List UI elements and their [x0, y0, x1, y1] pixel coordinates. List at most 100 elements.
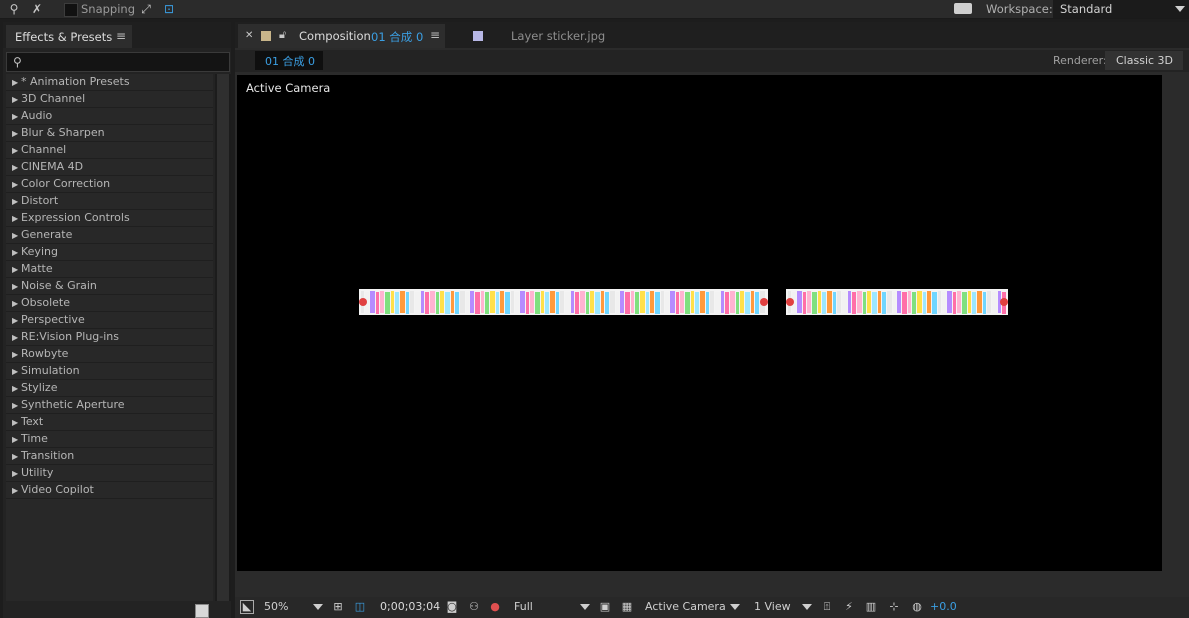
- list-item[interactable]: ▶ 3D Channel: [6, 91, 213, 108]
- sticker-stripe: [445, 292, 450, 314]
- list-item[interactable]: ▶ Noise & Grain: [6, 278, 213, 295]
- list-item[interactable]: ▶ CINEMA 4D: [6, 159, 213, 176]
- expand-arrow-icon[interactable]: ▶: [12, 347, 21, 363]
- expand-arrow-icon[interactable]: ▶: [12, 432, 21, 448]
- list-item[interactable]: ▶ Color Correction: [6, 176, 213, 193]
- expand-arrow-icon[interactable]: ▶: [12, 415, 21, 431]
- sticker-stripe: [385, 292, 390, 314]
- chevron-down-icon[interactable]: [802, 604, 812, 610]
- color-channels-icon[interactable]: ●: [488, 600, 502, 614]
- current-time[interactable]: 0;00;03;04: [380, 600, 440, 613]
- composition-viewer[interactable]: Active Camera: [237, 75, 1162, 571]
- reset-exposure-icon[interactable]: ◍: [910, 600, 924, 614]
- timeline-icon[interactable]: ▥: [864, 600, 878, 614]
- snapping-checkbox[interactable]: [64, 3, 78, 17]
- expand-arrow-icon[interactable]: ▶: [12, 398, 21, 414]
- expand-arrow-icon[interactable]: ▶: [12, 296, 21, 312]
- list-item[interactable]: ▶ Audio: [6, 108, 213, 125]
- expand-arrow-icon[interactable]: ▶: [12, 466, 21, 482]
- expand-arrow-icon[interactable]: ▶: [12, 381, 21, 397]
- camera-snapshot-icon[interactable]: ◙: [445, 600, 459, 614]
- puppet-tool-icon[interactable]: ⚲: [6, 1, 22, 17]
- effects-search-input[interactable]: ⚲: [6, 52, 230, 72]
- expand-arrow-icon[interactable]: ▶: [12, 75, 21, 91]
- tab-label: Effects & Presets: [15, 30, 113, 44]
- list-item[interactable]: ▶ Blur & Sharpen: [6, 125, 213, 142]
- list-item[interactable]: ▶ Transition: [6, 448, 213, 465]
- renderer-button[interactable]: Classic 3D: [1105, 51, 1183, 70]
- scrollbar-thumb[interactable]: [217, 74, 229, 601]
- expand-arrow-icon[interactable]: ▶: [12, 330, 21, 346]
- list-item[interactable]: ▶ Perspective: [6, 312, 213, 329]
- list-item[interactable]: ▶ Rowbyte: [6, 346, 213, 363]
- list-item[interactable]: ▶ Utility: [6, 465, 213, 482]
- expand-arrow-icon[interactable]: ▶: [12, 364, 21, 380]
- list-item[interactable]: ▶ Channel: [6, 142, 213, 159]
- list-item[interactable]: ▶ Keying: [6, 244, 213, 261]
- close-icon[interactable]: ✕: [245, 30, 253, 41]
- fit-frame-icon[interactable]: ⊞: [331, 600, 345, 614]
- view-layout-value[interactable]: 1 View: [754, 600, 791, 613]
- zoom-level[interactable]: 50%: [264, 600, 288, 613]
- sticker-stripe: [520, 291, 525, 313]
- fast-previews-icon[interactable]: ⚡︎: [842, 600, 856, 614]
- workspace-dropdown[interactable]: Standard: [1053, 0, 1189, 18]
- tab-effects-presets[interactable]: Effects & Presets ≡: [6, 25, 132, 48]
- list-item[interactable]: ▶ Expression Controls: [6, 210, 213, 227]
- list-item[interactable]: ▶ Synthetic Aperture: [6, 397, 213, 414]
- snap-features-icon[interactable]: ⊡: [161, 1, 177, 17]
- tab-layer[interactable]: Layer sticker.jpg: [511, 29, 605, 43]
- camera-view-value[interactable]: Active Camera: [645, 600, 726, 613]
- list-item[interactable]: ▶ Time: [6, 431, 213, 448]
- flowchart-icon[interactable]: ⊹: [887, 600, 901, 614]
- expand-arrow-icon[interactable]: ▶: [12, 109, 21, 125]
- expand-arrow-icon[interactable]: ▶: [12, 279, 21, 295]
- exposure-value[interactable]: +0.0: [930, 600, 957, 613]
- expand-arrow-icon[interactable]: ▶: [12, 228, 21, 244]
- expand-arrow-icon[interactable]: ▶: [12, 160, 21, 176]
- snap-edges-icon[interactable]: ⤢: [138, 1, 154, 17]
- list-item[interactable]: ▶ Generate: [6, 227, 213, 244]
- expand-arrow-icon[interactable]: ▶: [12, 177, 21, 193]
- resolution-value[interactable]: Full: [514, 600, 533, 613]
- list-item[interactable]: ▶ Matte: [6, 261, 213, 278]
- sticker-stripe: [953, 292, 956, 314]
- region-of-interest-icon[interactable]: ▣: [598, 600, 612, 614]
- transparency-grid-icon[interactable]: ▦: [620, 600, 634, 614]
- expand-arrow-icon[interactable]: ▶: [12, 449, 21, 465]
- always-preview-icon[interactable]: ◣: [240, 600, 254, 614]
- expand-arrow-icon[interactable]: ▶: [12, 126, 21, 142]
- list-item[interactable]: ▶ Simulation: [6, 363, 213, 380]
- expand-arrow-icon[interactable]: ▶: [12, 211, 21, 227]
- lock-icon[interactable]: 🔓︎: [279, 28, 286, 42]
- mask-path-icon[interactable]: ◫: [353, 600, 367, 614]
- effects-scrollbar[interactable]: [215, 74, 231, 601]
- panel-menu-icon[interactable]: ≡: [430, 28, 440, 42]
- expand-arrow-icon[interactable]: ▶: [12, 313, 21, 329]
- expand-arrow-icon[interactable]: ▶: [12, 245, 21, 261]
- expand-arrow-icon[interactable]: ▶: [12, 194, 21, 210]
- toggle-pixel-aspect-icon[interactable]: ⍐: [820, 600, 834, 614]
- panel-menu-icon[interactable]: ≡: [116, 29, 126, 43]
- sticker-stripe: [676, 292, 679, 314]
- viewer-scrollbar[interactable]: [1162, 75, 1189, 571]
- new-item-icon[interactable]: [195, 604, 209, 618]
- list-item[interactable]: ▶ Stylize: [6, 380, 213, 397]
- list-item[interactable]: ▶ * Animation Presets: [6, 74, 213, 91]
- tab-composition[interactable]: ✕ 🔓︎ Composition 01 合成 0 ≡: [238, 24, 445, 48]
- chevron-down-icon[interactable]: [313, 604, 323, 610]
- pin-tool-icon[interactable]: ✗: [29, 1, 45, 17]
- comp-flowchart-tab[interactable]: 01 合成 0: [255, 51, 323, 70]
- expand-arrow-icon[interactable]: ▶: [12, 92, 21, 108]
- list-item[interactable]: ▶ RE:Vision Plug-ins: [6, 329, 213, 346]
- show-snapshot-icon[interactable]: ⚇: [467, 600, 481, 614]
- list-item[interactable]: ▶ Video Copilot: [6, 482, 213, 499]
- chevron-down-icon[interactable]: [730, 604, 740, 610]
- list-item[interactable]: ▶ Distort: [6, 193, 213, 210]
- list-item[interactable]: ▶ Text: [6, 414, 213, 431]
- expand-arrow-icon[interactable]: ▶: [12, 262, 21, 278]
- expand-arrow-icon[interactable]: ▶: [12, 143, 21, 159]
- expand-arrow-icon[interactable]: ▶: [12, 483, 21, 499]
- chevron-down-icon[interactable]: [580, 604, 590, 610]
- list-item[interactable]: ▶ Obsolete: [6, 295, 213, 312]
